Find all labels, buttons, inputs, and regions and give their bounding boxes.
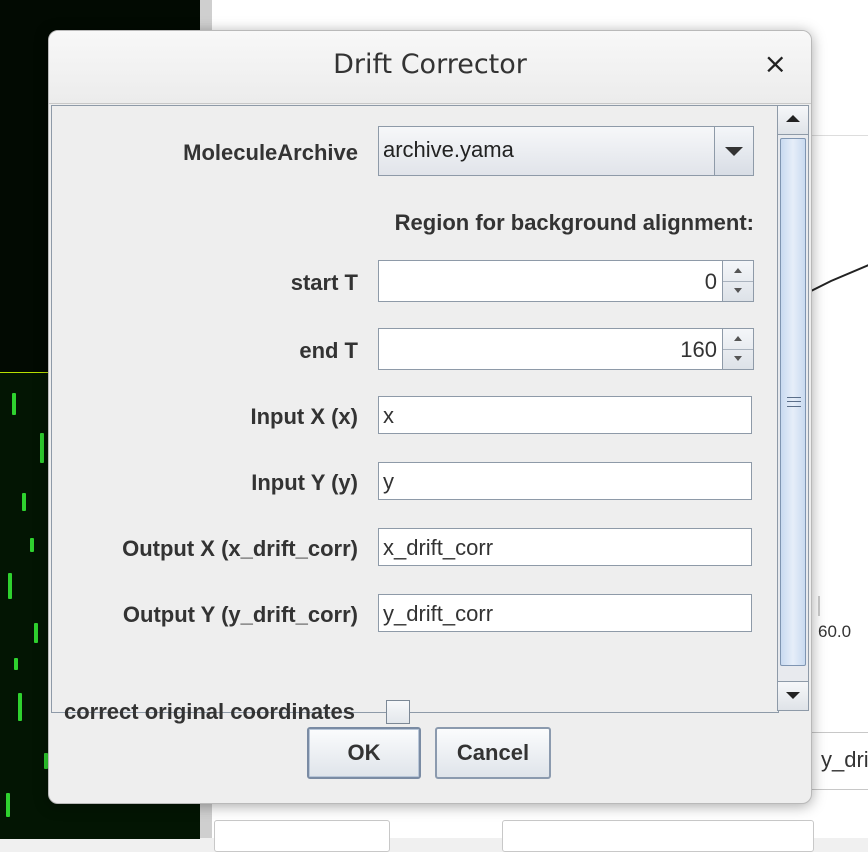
start-t-label: start T <box>290 270 358 295</box>
correct-original-checkbox[interactable] <box>386 700 410 724</box>
grip-icon <box>787 397 801 407</box>
correct-original-label: correct original coordinates <box>64 699 355 724</box>
dialog-title: Drift Corrector <box>333 49 527 80</box>
scroll-thumb[interactable] <box>780 138 806 666</box>
background-box-left[interactable] <box>214 820 390 852</box>
background-box-right[interactable] <box>502 820 814 852</box>
molecule-archive-select[interactable]: archive.yama <box>378 126 754 176</box>
dialog-titlebar[interactable]: Drift Corrector × <box>49 31 811 104</box>
chevron-down-icon[interactable] <box>714 127 753 175</box>
molecule-archive-value: archive.yama <box>383 137 514 162</box>
output-x-label: Output X (x_drift_corr) <box>122 536 358 561</box>
output-x-field[interactable]: x_drift_corr <box>378 528 752 566</box>
input-x-label: Input X (x) <box>250 404 358 429</box>
cancel-button[interactable]: Cancel <box>435 727 551 779</box>
drift-corrector-dialog: Drift Corrector × MoleculeArchive archiv… <box>48 30 812 804</box>
molecule-archive-label: MoleculeArchive <box>183 140 358 165</box>
input-x-field[interactable]: x <box>378 396 752 434</box>
start-t-decrement-icon[interactable] <box>723 281 753 301</box>
start-t-value: 0 <box>704 269 717 294</box>
scroll-up-icon[interactable] <box>778 106 808 135</box>
close-icon[interactable]: × <box>764 49 787 79</box>
output-y-label: Output Y (y_drift_corr) <box>122 602 358 627</box>
end-t-decrement-icon[interactable] <box>723 349 753 369</box>
output-y-field[interactable]: y_drift_corr <box>378 594 752 632</box>
start-t-increment-icon[interactable] <box>723 261 753 282</box>
scroll-down-icon[interactable] <box>778 681 808 710</box>
end-t-increment-icon[interactable] <box>723 329 753 350</box>
end-t-label: end T <box>299 338 358 363</box>
input-y-label: Input Y (y) <box>251 470 358 495</box>
vertical-scrollbar[interactable] <box>777 105 809 711</box>
ok-button[interactable]: OK <box>307 727 421 779</box>
end-t-value: 160 <box>680 337 717 362</box>
end-t-spinner[interactable]: 160 <box>378 328 754 370</box>
plot-tick-label: 60.0 <box>818 622 852 641</box>
input-y-field[interactable]: y <box>378 462 752 500</box>
region-section-label: Region for background alignment: <box>394 210 754 235</box>
dialog-content: MoleculeArchive archive.yama Region for … <box>51 105 779 724</box>
start-t-spinner[interactable]: 0 <box>378 260 754 302</box>
